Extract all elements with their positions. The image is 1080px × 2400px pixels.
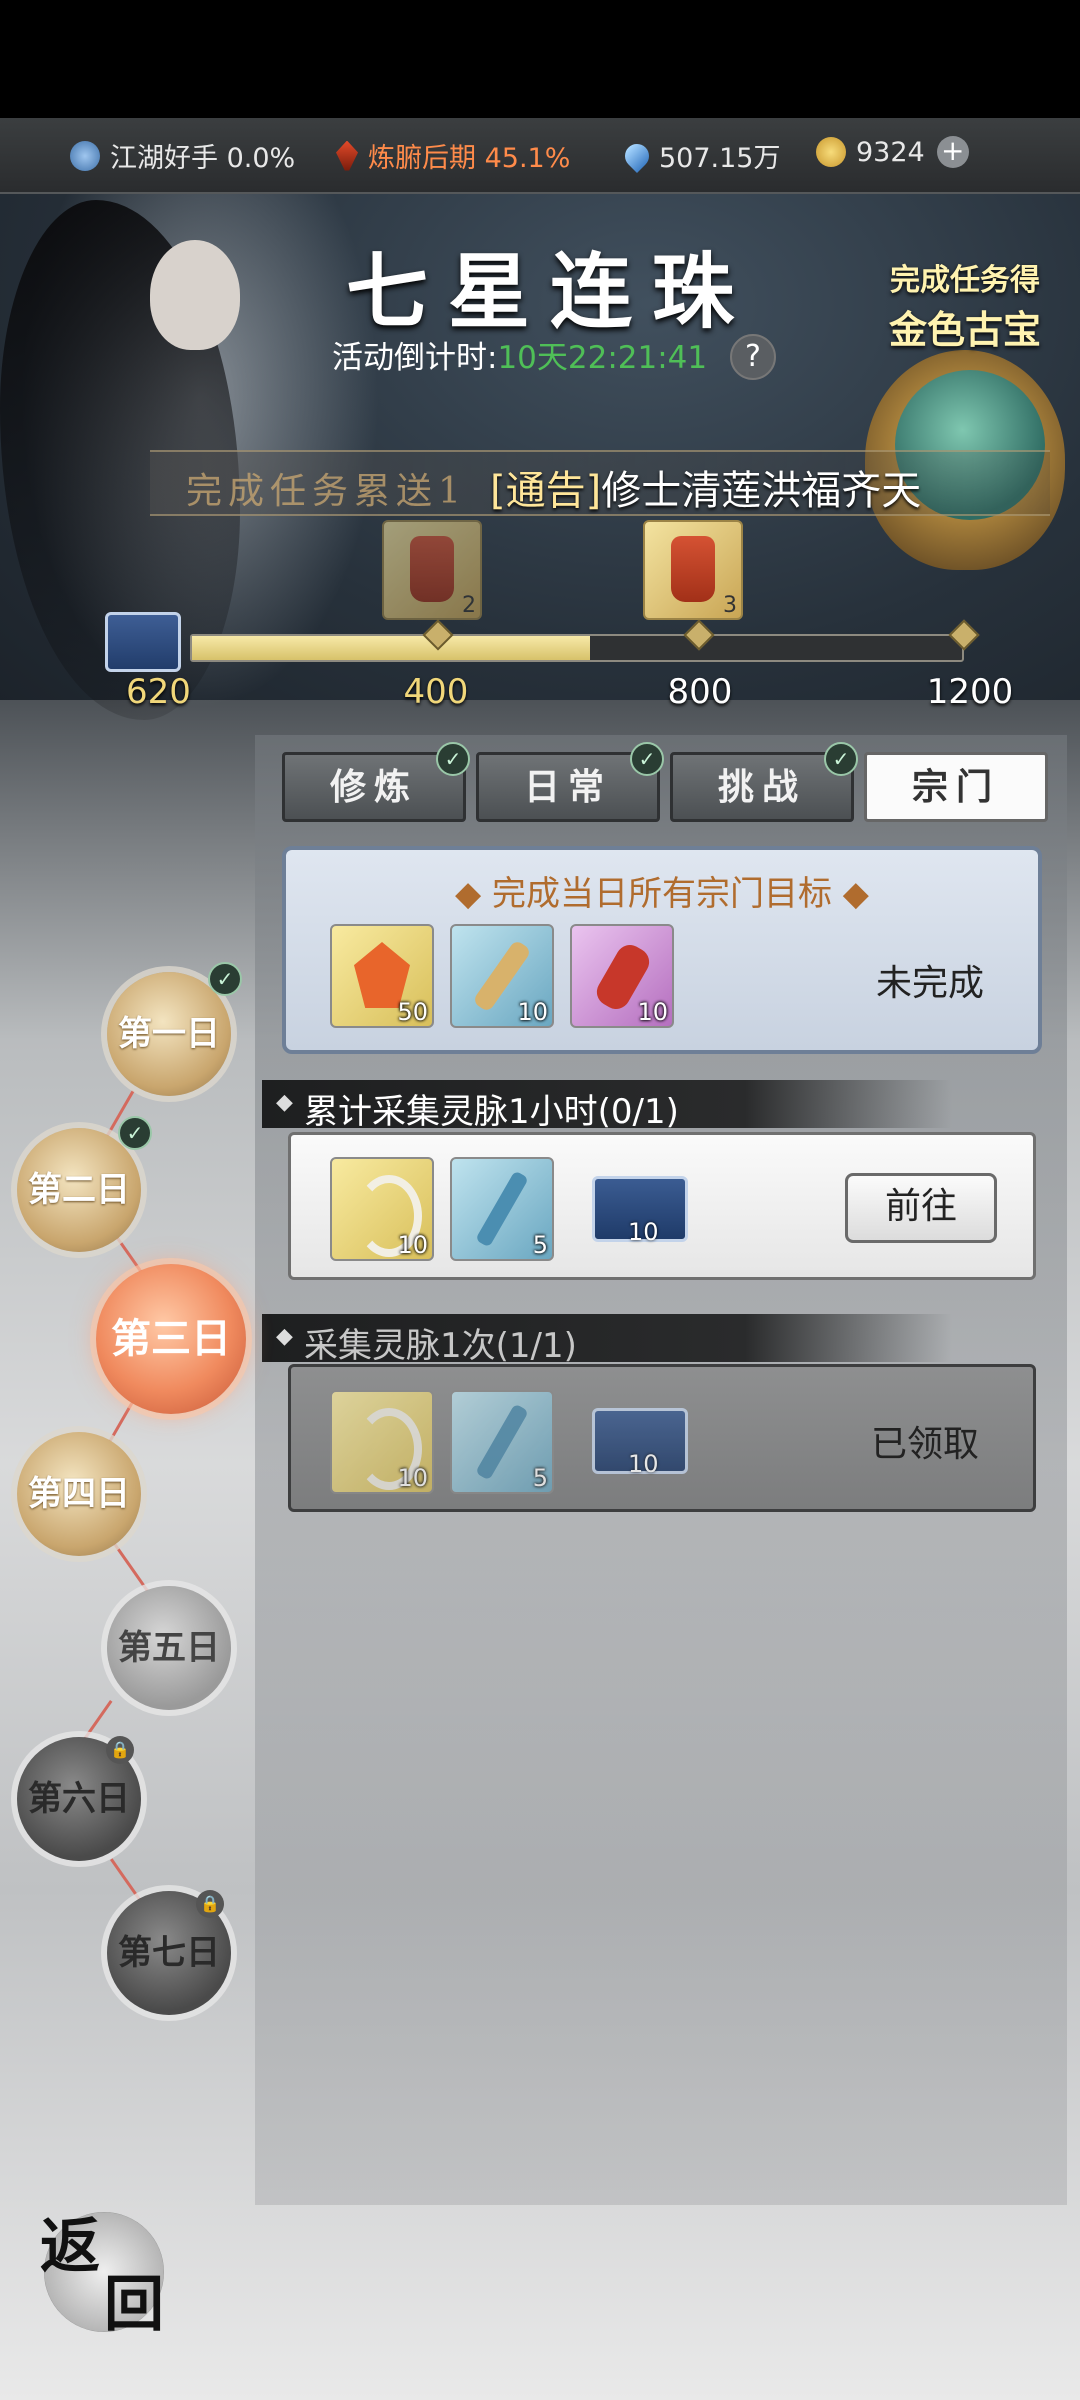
task-header-2: ◆ 采集灵脉1次(1/1) [262, 1314, 952, 1366]
day-4-button[interactable]: 第四日 [17, 1432, 141, 1556]
item-count: 10 [637, 998, 668, 1026]
progress-current-value: 620 [126, 672, 191, 712]
key-shape [475, 1170, 529, 1248]
heroine-face [150, 240, 240, 350]
reward-count: 2 [462, 593, 476, 618]
check-icon: ✓ [118, 1116, 152, 1150]
back-char-1: 返 [40, 2212, 100, 2282]
item-count: 10 [397, 1464, 428, 1492]
countdown-value: 10天22:21:41 [497, 340, 708, 376]
gift-pouch-icon [671, 536, 715, 602]
countdown-label: 活动倒计时: [332, 340, 498, 376]
item-count: 50 [397, 998, 428, 1026]
flame-icon [336, 140, 358, 171]
check-icon: ✓ [208, 962, 242, 996]
milestone-label-1200: 1200 [926, 672, 1014, 712]
rank-status: 江湖好手 0.0% [70, 136, 295, 175]
key-shape [475, 1403, 529, 1481]
spirit-stone-icon [620, 138, 654, 173]
scroll-icon[interactable]: 10 [450, 924, 554, 1028]
back-button[interactable]: 返 回 [40, 2212, 164, 2340]
tab-sect[interactable]: 宗门 [864, 752, 1048, 822]
red-pouch-icon[interactable]: 10 [570, 924, 674, 1028]
day-3-button[interactable]: 第三日 [96, 1264, 246, 1414]
realm-label: 炼腑后期 45.1% [368, 143, 571, 174]
gold-coin-icon [816, 137, 846, 167]
rank-label: 江湖好手 0.0% [110, 143, 296, 174]
progress-bar [190, 634, 964, 662]
jade-hook-icon[interactable]: 10 [330, 1390, 434, 1494]
book-icon [105, 612, 181, 672]
check-icon: ✓ [630, 742, 664, 776]
spirit-stones-value: 507.15万 [659, 143, 781, 174]
yin-yang-icon [70, 140, 100, 171]
milestone-reward-800[interactable]: 3 [643, 520, 743, 620]
realm-status: 炼腑后期 45.1% [336, 136, 570, 175]
check-icon: ✓ [436, 742, 470, 776]
milestone-label-800: 800 [667, 672, 733, 712]
status-bar: 江湖好手 0.0% 炼腑后期 45.1% 507.15万 9324 + [0, 118, 1080, 194]
reward-badge: 完成任务得 金色古宝 [855, 255, 1075, 354]
countdown: 活动倒计时:10天22:21:41 [332, 332, 707, 377]
bullet-icon: ◆ [276, 1090, 293, 1115]
back-char-2: 回 [104, 2270, 164, 2340]
notice-message: 修士清莲洪福齐天 [601, 468, 922, 514]
gift-pouch-icon [410, 536, 454, 602]
lock-icon: 🔒 [106, 1736, 134, 1764]
notice-banner: 完成任务累送1 [通告]修士清莲洪福齐天 [150, 450, 1050, 516]
claimed-status: 已领取 [870, 1424, 979, 1465]
item-count: 10 [628, 1450, 659, 1478]
day-2-button[interactable]: 第二日 [17, 1128, 141, 1252]
task-header-1: ◆ 累计采集灵脉1小时(0/1) [262, 1080, 952, 1132]
goto-button[interactable]: 前往 [845, 1173, 997, 1243]
fire-crystal-icon[interactable]: 50 [330, 924, 434, 1028]
goal-title: ◆ 完成当日所有宗门目标 ◆ [455, 874, 869, 914]
item-count: 10 [628, 1218, 659, 1246]
banner-text: 完成任务累送1 [186, 471, 467, 512]
lock-icon: 🔒 [196, 1890, 224, 1918]
progress-fill [192, 636, 590, 660]
blue-key-icon[interactable]: 5 [450, 1390, 554, 1494]
jade-hook-icon[interactable]: 10 [330, 1157, 434, 1261]
currency-status: 9324 + [816, 136, 969, 168]
reward-line1: 完成任务得 [890, 263, 1040, 298]
milestone-label-400: 400 [403, 672, 469, 712]
task-title: 采集灵脉1次(1/1) [304, 1326, 577, 1366]
book-icon[interactable]: 10 [582, 1162, 692, 1252]
help-button[interactable]: ? [730, 334, 776, 380]
milestone-reward-400[interactable]: 2 [382, 520, 482, 620]
blue-key-icon[interactable]: 5 [450, 1157, 554, 1261]
add-currency-button[interactable]: + [936, 136, 969, 168]
item-count: 5 [532, 1231, 548, 1259]
goal-status: 未完成 [875, 963, 984, 1004]
notice-text: [通告]修士清莲洪福齐天 [490, 458, 1080, 516]
bullet-icon: ◆ [276, 1324, 293, 1349]
task-title: 累计采集灵脉1小时(0/1) [304, 1092, 679, 1132]
day-5-button[interactable]: 第五日 [107, 1586, 231, 1710]
event-screen: 江湖好手 0.0% 炼腑后期 45.1% 507.15万 9324 + 七星连珠… [0, 0, 1080, 2400]
item-count: 5 [532, 1464, 548, 1492]
book-icon[interactable]: 10 [582, 1394, 692, 1484]
notice-tag: [通告] [490, 468, 602, 514]
check-icon: ✓ [824, 742, 858, 776]
item-count: 10 [517, 998, 548, 1026]
spirit-stones: 507.15万 [620, 136, 781, 175]
currency-value: 9324 [856, 136, 925, 168]
reward-count: 3 [723, 593, 737, 618]
reward-line2: 金色古宝 [888, 307, 1041, 352]
item-count: 10 [397, 1231, 428, 1259]
event-title: 七星连珠 [345, 244, 754, 340]
